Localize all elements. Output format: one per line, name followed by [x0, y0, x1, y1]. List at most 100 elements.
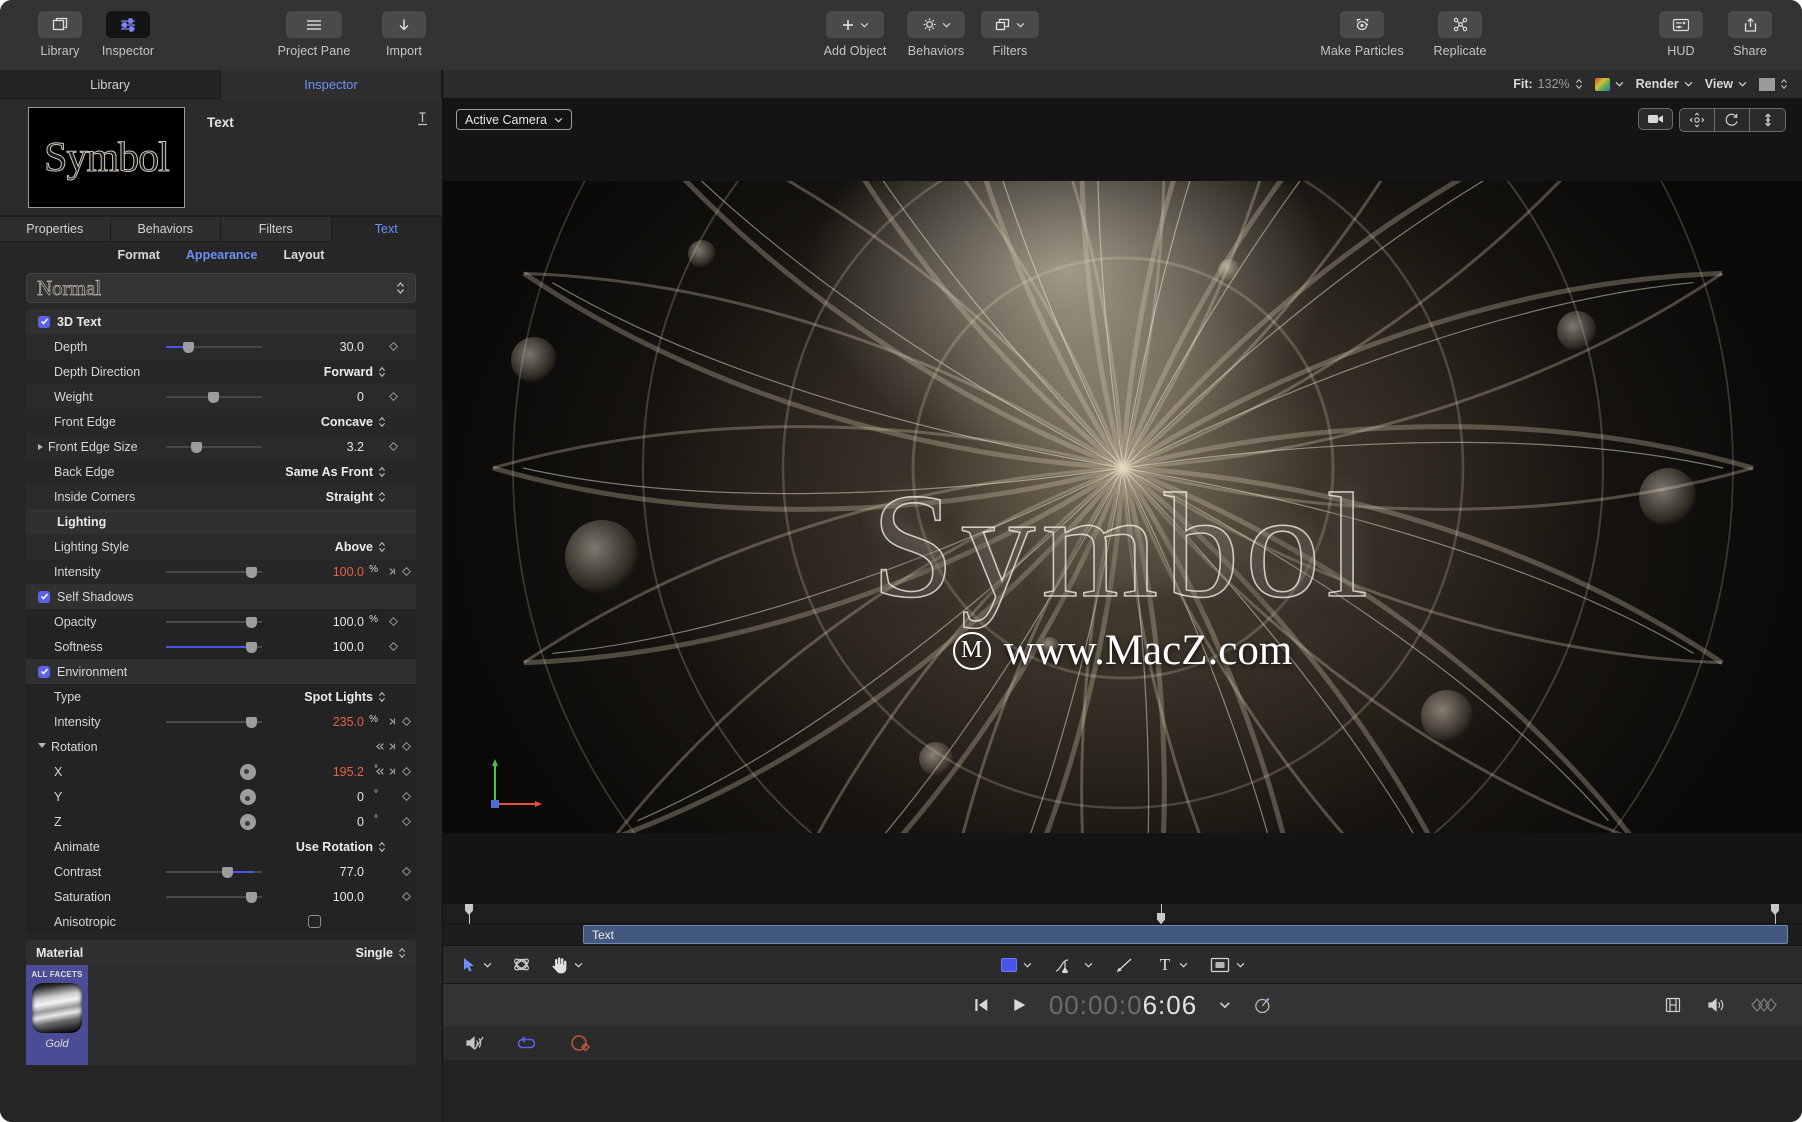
param-row-shadow-softness[interactable]: Softness 100.0 — [26, 634, 416, 659]
value-contrast[interactable]: 77.0 — [340, 865, 364, 879]
value-rotation-y[interactable]: 0 — [357, 790, 364, 804]
slider-contrast[interactable] — [166, 866, 262, 878]
slider-depth[interactable] — [166, 341, 262, 353]
animation-menu-icon[interactable] — [389, 767, 398, 776]
disclosure-triangle-icon[interactable] — [38, 743, 46, 751]
sidebar-tab-inspector[interactable]: Inspector — [221, 70, 442, 99]
toolbar-project-pane-button[interactable]: Project Pane — [262, 0, 366, 58]
film-icon[interactable] — [1664, 996, 1682, 1014]
chevron-down-icon[interactable] — [1236, 962, 1245, 968]
channel-view-control[interactable] — [1595, 78, 1624, 91]
keyframe-icon[interactable] — [402, 892, 411, 901]
value-rotation-x[interactable]: 195.2 — [333, 765, 364, 779]
select-tool[interactable] — [463, 957, 492, 973]
tab-behaviors[interactable]: Behaviors — [111, 216, 222, 242]
slider-lighting-intensity[interactable] — [166, 566, 262, 578]
param-row-lighting-style[interactable]: Lighting Style Above — [26, 534, 416, 559]
toolbar-filters-button[interactable]: Filters — [974, 0, 1046, 58]
slider-shadow-opacity[interactable] — [166, 616, 262, 628]
animation-menu-icon[interactable] — [389, 567, 398, 576]
slider-shadow-softness[interactable] — [166, 641, 262, 653]
chevron-down-icon[interactable] — [574, 962, 583, 968]
param-row-rotation-x[interactable]: X 195.2 ° — [26, 759, 416, 784]
value-rotation-z[interactable]: 0 — [357, 815, 364, 829]
popup-depth-direction[interactable]: Forward — [324, 365, 386, 379]
keyframe-icon[interactable] — [389, 617, 398, 626]
shape-tool[interactable] — [1001, 958, 1032, 972]
param-row-depth-direction[interactable]: Depth Direction Forward — [26, 359, 416, 384]
param-row-lighting-intensity[interactable]: Intensity 100.0 % — [26, 559, 416, 584]
timeline-track[interactable]: Text — [443, 924, 1802, 946]
tab-text[interactable]: Text — [332, 216, 443, 242]
popup-front-edge[interactable]: Concave — [321, 415, 386, 429]
pan-3d-icon[interactable] — [1680, 109, 1715, 131]
tab-properties[interactable]: Properties — [0, 216, 111, 242]
render-menu[interactable]: Render — [1636, 77, 1693, 91]
param-row-env-intensity[interactable]: Intensity 235.0 % — [26, 709, 416, 734]
keyframe-icon[interactable] — [402, 717, 411, 726]
dolly-icon[interactable] — [1750, 109, 1785, 131]
subtab-appearance[interactable]: Appearance — [186, 248, 258, 262]
param-row-weight[interactable]: Weight 0 — [26, 384, 416, 409]
subtab-format[interactable]: Format — [118, 248, 160, 262]
mask-tool[interactable] — [1210, 957, 1245, 973]
play-icon[interactable] — [1011, 996, 1027, 1014]
value-weight[interactable]: 0 — [357, 390, 364, 404]
toolbar-hud-button[interactable]: HUD — [1644, 0, 1718, 58]
timeline-ruler[interactable] — [443, 904, 1802, 924]
sidebar-tab-library[interactable]: Library — [0, 70, 221, 99]
previous-keyframe-icon[interactable] — [376, 742, 385, 751]
slider-weight[interactable] — [166, 391, 262, 403]
render-region-icon[interactable] — [569, 1033, 593, 1053]
checkbox-3d-text[interactable] — [38, 316, 50, 328]
keyframe-icon[interactable] — [402, 767, 411, 776]
checkbox-self-shadows[interactable] — [38, 591, 50, 603]
out-point-marker[interactable] — [1771, 904, 1779, 915]
param-group-environment[interactable]: Environment — [26, 659, 416, 684]
playhead-start[interactable] — [469, 904, 470, 924]
keyframe-icon[interactable] — [402, 567, 411, 576]
keyframe-icon[interactable] — [389, 642, 398, 651]
toolbar-make-particles-button[interactable]: Make Particles — [1306, 0, 1418, 58]
param-row-inside-corners[interactable]: Inside Corners Straight — [26, 484, 416, 509]
transform-3d-tool[interactable] — [512, 955, 531, 974]
dial-rotation-y[interactable] — [240, 789, 256, 805]
keyframe-icon[interactable] — [1750, 997, 1780, 1013]
toolbar-share-button[interactable]: Share — [1718, 0, 1782, 58]
bezier-tool[interactable] — [1054, 956, 1093, 974]
value-depth[interactable]: 30.0 — [340, 340, 364, 354]
dial-rotation-z[interactable] — [240, 814, 256, 830]
popup-env-type[interactable]: Spot Lights — [304, 690, 386, 704]
view-menu[interactable]: View — [1705, 77, 1747, 91]
popup-lighting-style[interactable]: Above — [335, 540, 386, 554]
keyframe-icon[interactable] — [402, 817, 411, 826]
text-tool[interactable]: T — [1157, 956, 1188, 973]
timeline-clip[interactable]: Text — [583, 925, 1788, 944]
viewport[interactable]: Active Camera — [443, 99, 1802, 904]
chevron-down-icon[interactable] — [1023, 962, 1032, 968]
keyframe-icon[interactable] — [402, 792, 411, 801]
value-shadow-softness[interactable]: 100.0 — [333, 640, 364, 654]
param-row-env-type[interactable]: Type Spot Lights — [26, 684, 416, 709]
param-row-shadow-opacity[interactable]: Opacity 100.0 % — [26, 609, 416, 634]
camera-icon[interactable] — [1638, 108, 1673, 130]
chevron-down-icon[interactable] — [1219, 1001, 1230, 1009]
go-to-start-icon[interactable] — [973, 996, 989, 1014]
active-camera-popup[interactable]: Active Camera — [456, 109, 572, 130]
chevron-down-icon[interactable] — [1179, 962, 1188, 968]
popup-material[interactable]: Single — [355, 946, 406, 960]
pan-tool[interactable] — [551, 956, 583, 974]
loop-icon[interactable] — [517, 1034, 539, 1052]
mute-icon[interactable] — [465, 1034, 487, 1052]
material-facet-item[interactable]: ALL FACETS Gold — [26, 965, 88, 1065]
popup-back-edge[interactable]: Same As Front — [285, 465, 386, 479]
chevron-down-icon[interactable] — [1084, 962, 1093, 968]
slider-saturation[interactable] — [166, 891, 262, 903]
param-row-rotation-y[interactable]: Y 0 ° — [26, 784, 416, 809]
popup-animate[interactable]: Use Rotation — [296, 840, 386, 854]
param-row-front-edge-size[interactable]: Front Edge Size 3.2 — [26, 434, 416, 459]
toolbar-library-button[interactable]: Library — [26, 0, 94, 58]
value-lighting-intensity[interactable]: 100.0 — [333, 565, 364, 579]
previous-keyframe-icon[interactable] — [376, 767, 385, 776]
param-row-back-edge[interactable]: Back Edge Same As Front — [26, 459, 416, 484]
